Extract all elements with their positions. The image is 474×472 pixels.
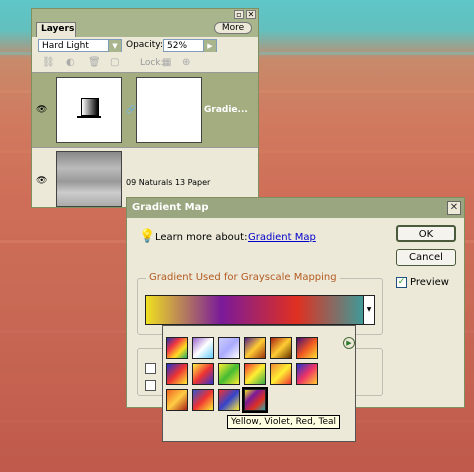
lock-transparency-icon[interactable]: ▦ <box>162 57 171 68</box>
chevron-down-icon: ▼ <box>108 40 121 52</box>
gradient-swatch[interactable] <box>218 337 240 359</box>
preview-checkbox[interactable]: ✓ <box>396 277 407 288</box>
adjustment-base <box>77 116 101 118</box>
gradient-swatch[interactable] <box>166 337 188 359</box>
gradient-swatch[interactable] <box>244 337 266 359</box>
gradient-swatch[interactable] <box>296 337 318 359</box>
close-button[interactable]: ✕ <box>246 10 256 19</box>
eye-icon[interactable]: 👁 <box>36 176 47 186</box>
link-icon[interactable]: ⛓ <box>42 57 55 68</box>
gradient-swatch[interactable] <box>166 363 188 385</box>
learn-more-label: Learn more about: <box>155 232 248 243</box>
gradient-swatch[interactable] <box>270 363 292 385</box>
minimize-button[interactable]: ▫ <box>234 10 244 19</box>
cancel-button[interactable]: Cancel <box>396 249 456 266</box>
new-layer-icon[interactable]: ▢ <box>110 57 119 68</box>
layers-panel: ▫ ✕ Layers More Hard Light ▼ Opacity: 52… <box>31 8 259 208</box>
layer-name: 09 Naturals 13 Paper <box>126 178 211 187</box>
gradient-swatch[interactable] <box>218 389 240 411</box>
chevron-down-icon[interactable]: ▼ <box>363 295 375 325</box>
gradient-swatch[interactable] <box>244 363 266 385</box>
dither-checkbox[interactable] <box>145 363 156 374</box>
gradient-swatch[interactable] <box>192 363 214 385</box>
preview-label: Preview <box>410 277 449 288</box>
reverse-checkbox[interactable] <box>145 380 156 391</box>
chevron-right-icon: ▶ <box>203 40 216 52</box>
opacity-label: Opacity: <box>126 40 163 50</box>
layer-name: Gradie... <box>204 105 248 115</box>
close-icon[interactable]: ✕ <box>447 201 461 215</box>
ok-button[interactable]: OK <box>396 225 456 242</box>
current-gradient-preview[interactable] <box>145 295 373 325</box>
lightbulb-icon: 💡 <box>139 229 156 244</box>
link-icon: 🔗 <box>126 105 136 114</box>
picker-menu-icon[interactable]: ▶ <box>343 337 355 349</box>
gradient-swatch[interactable] <box>218 363 240 385</box>
tab-layers[interactable]: Layers <box>36 22 76 37</box>
gradient-swatch[interactable] <box>192 337 214 359</box>
gradient-swatch[interactable] <box>296 363 318 385</box>
lock-all-icon[interactable]: ⊕ <box>182 57 190 68</box>
layer-row-gradient[interactable]: 👁 🔗 Gradie... <box>32 72 258 147</box>
dialog-title[interactable]: Gradient Map <box>127 198 464 218</box>
gradient-swatch[interactable] <box>270 337 292 359</box>
layers-titlebar[interactable] <box>32 9 258 21</box>
gradient-swatch[interactable] <box>192 389 214 411</box>
eye-icon[interactable]: 👁 <box>36 105 47 115</box>
layer-thumbnail <box>56 151 122 207</box>
blend-mode-select[interactable]: Hard Light ▼ <box>38 39 122 52</box>
group-label: Gradient Used for Grayscale Mapping <box>146 272 340 283</box>
gradient-swatch[interactable] <box>242 387 268 413</box>
mask-icon[interactable]: ◐ <box>66 57 75 68</box>
mask-thumbnail <box>136 77 202 143</box>
opacity-value: 52% <box>167 41 188 51</box>
gradient-tooltip: Yellow, Violet, Red, Teal <box>227 415 341 429</box>
adjustment-thumbnail <box>56 77 122 143</box>
gradient-map-icon <box>81 98 99 116</box>
more-button[interactable]: More <box>214 22 252 34</box>
blend-mode-value: Hard Light <box>42 41 89 51</box>
trash-icon[interactable]: 🗑 <box>88 57 101 68</box>
gradient-swatch[interactable] <box>166 389 188 411</box>
learn-more-link[interactable]: Gradient Map <box>248 232 316 243</box>
opacity-field[interactable]: 52% ▶ <box>163 39 217 52</box>
lock-label: Lock: <box>140 58 164 68</box>
